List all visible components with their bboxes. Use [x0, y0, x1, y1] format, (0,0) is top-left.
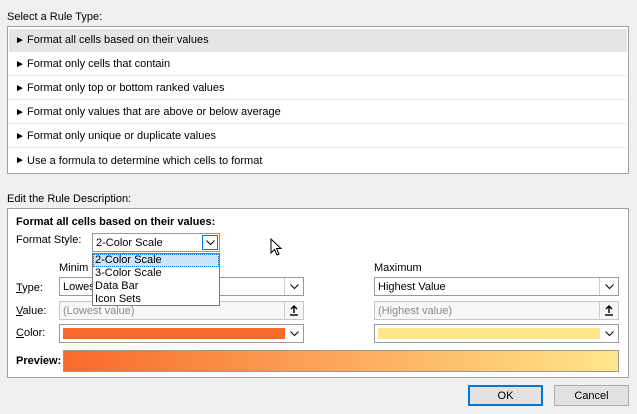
rule-type-label: Format only values that are above or bel…	[27, 106, 281, 118]
format-style-option[interactable]: Data Bar	[93, 280, 219, 293]
ok-button-label: OK	[497, 389, 514, 402]
minimum-color-swatch	[63, 328, 285, 339]
rule-type-item-top-bottom[interactable]: ► Format only top or bottom ranked value…	[9, 77, 627, 100]
select-rule-type-label: Select a Rule Type:	[7, 11, 103, 23]
chevron-down-icon[interactable]	[285, 325, 303, 342]
maximum-color-picker[interactable]	[374, 324, 619, 343]
maximum-color-swatch	[378, 328, 600, 339]
rule-arrow-icon: ►	[15, 58, 25, 70]
minimum-type-value: Lowes	[63, 280, 95, 293]
mouse-cursor-icon	[270, 238, 282, 256]
color-row-label: Color:	[16, 327, 46, 339]
maximum-value-field[interactable]: (Highest value)	[374, 301, 619, 320]
rule-type-item-all-values[interactable]: ► Format all cells based on their values	[9, 29, 627, 52]
type-row-label: Type:	[16, 282, 43, 294]
chevron-down-icon[interactable]	[600, 325, 618, 342]
maximum-column-label: Maximum	[374, 262, 422, 274]
minimum-color-picker[interactable]	[59, 324, 304, 343]
value-row-label: Value:	[16, 305, 47, 317]
cancel-button-label: Cancel	[574, 389, 609, 402]
range-select-icon[interactable]	[284, 302, 303, 319]
rule-type-label: Format only cells that contain	[27, 58, 171, 70]
rule-type-item-cells-contain[interactable]: ► Format only cells that contain	[9, 53, 627, 76]
maximum-type-value: Highest Value	[378, 280, 446, 293]
minimum-column-label: Minim	[59, 262, 89, 274]
chevron-down-icon[interactable]	[284, 278, 303, 295]
rule-arrow-icon: ►	[15, 106, 25, 118]
format-style-options-list[interactable]: 2-Color Scale 3-Color Scale Data Bar Ico…	[92, 253, 220, 306]
chevron-down-icon[interactable]	[202, 235, 218, 250]
rule-type-item-unique-duplicate[interactable]: ► Format only unique or duplicate values	[9, 125, 627, 148]
ok-button[interactable]: OK	[468, 385, 543, 406]
preview-gradient	[63, 350, 619, 372]
rule-arrow-icon: ►	[15, 130, 25, 142]
rule-arrow-icon: ►	[15, 82, 25, 94]
format-style-label: Format Style:	[16, 234, 82, 246]
format-style-dropdown[interactable]: 2-Color Scale	[92, 233, 220, 252]
chevron-down-icon[interactable]	[599, 278, 618, 295]
format-style-option[interactable]: 2-Color Scale	[93, 254, 219, 267]
rule-type-item-above-below-average[interactable]: ► Format only values that are above or b…	[9, 101, 627, 124]
rule-type-label: Use a formula to determine which cells t…	[27, 154, 263, 167]
minimum-value-placeholder: (Lowest value)	[63, 304, 135, 317]
rule-type-label: Format all cells based on their values	[27, 34, 209, 46]
format-style-value: 2-Color Scale	[96, 236, 163, 249]
preview-label: Preview:	[16, 355, 62, 367]
cancel-button[interactable]: Cancel	[554, 385, 629, 406]
format-style-option[interactable]: 3-Color Scale	[93, 267, 219, 280]
rule-type-label: Format only unique or duplicate values	[27, 130, 216, 142]
maximum-value-placeholder: (Highest value)	[378, 304, 452, 317]
rule-arrow-icon: ►	[15, 155, 25, 166]
edit-rule-description-label: Edit the Rule Description:	[7, 193, 132, 205]
format-style-option[interactable]: Icon Sets	[93, 293, 219, 306]
maximum-type-dropdown[interactable]: Highest Value	[374, 277, 619, 296]
rule-arrow-icon: ►	[15, 34, 25, 46]
rule-type-item-formula[interactable]: ► Use a formula to determine which cells…	[9, 149, 627, 172]
rule-type-list[interactable]: ► Format all cells based on their values…	[7, 26, 629, 174]
range-select-icon[interactable]	[599, 302, 618, 319]
description-heading: Format all cells based on their values:	[16, 216, 216, 228]
rule-type-label: Format only top or bottom ranked values	[27, 82, 225, 94]
